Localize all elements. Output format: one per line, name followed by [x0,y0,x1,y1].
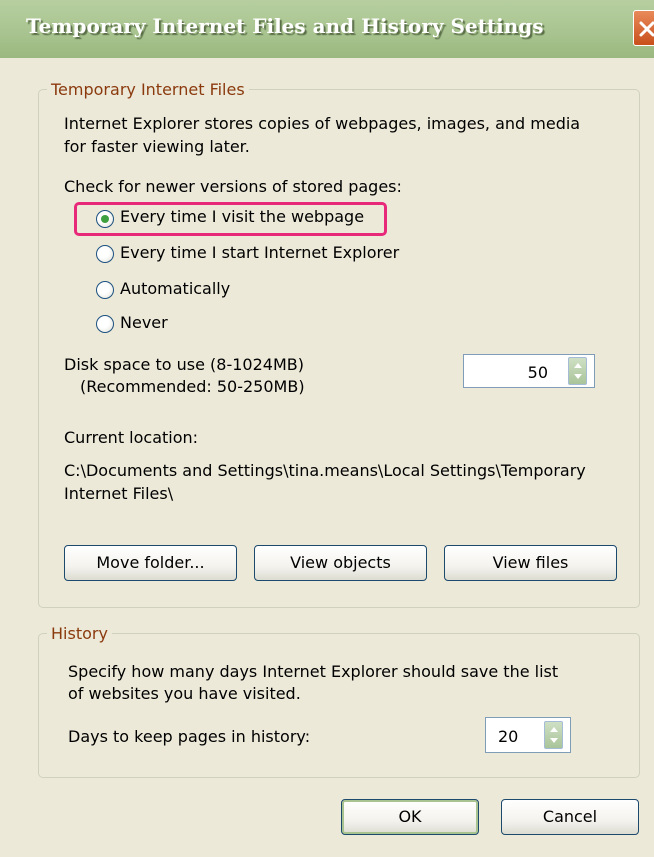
radio-button[interactable] [96,315,114,333]
radio-button[interactable] [96,245,114,263]
disk-space-input[interactable]: 50 [463,354,595,388]
window-title: Temporary Internet Files and History Set… [26,14,544,38]
spinner-arrows-icon [574,363,582,379]
cancel-button[interactable]: Cancel [501,799,639,835]
title-bar: Temporary Internet Files and History Set… [0,0,654,58]
move-folder-button[interactable]: Move folder... [64,545,237,581]
days-to-keep-value[interactable]: 20 [498,727,518,746]
radio-button-selected[interactable] [96,210,114,228]
days-to-keep-spinner[interactable] [544,721,563,749]
disk-space-label: Disk space to use (8-1024MB) [64,355,304,374]
days-to-keep-label: Days to keep pages in history: [68,727,311,746]
temp-files-description-line2: for faster viewing later. [64,137,250,156]
radio-label-every-visit[interactable]: Every time I visit the webpage [120,207,364,226]
history-description-line2: of websites you have visited. [68,684,301,703]
history-description-line1: Specify how many days Internet Explorer … [68,662,559,681]
current-location-path-line1: C:\Documents and Settings\tina.means\Loc… [64,461,586,480]
disk-space-recommended: (Recommended: 50-250MB) [80,377,305,396]
current-location-path-line2: Internet Files\ [64,484,174,503]
disk-space-value[interactable]: 50 [528,363,548,382]
history-legend: History [51,624,108,643]
close-button[interactable] [633,10,654,46]
temporary-internet-files-group: Temporary Internet Files [38,80,640,608]
temp-files-description-line1: Internet Explorer stores copies of webpa… [64,114,581,133]
temporary-internet-files-legend: Temporary Internet Files [51,80,245,99]
view-objects-button[interactable]: View objects [254,545,427,581]
radio-label-never[interactable]: Never [120,313,168,332]
radio-label-every-start[interactable]: Every time I start Internet Explorer [120,243,399,262]
radio-label-automatically[interactable]: Automatically [120,279,230,298]
current-location-label: Current location: [64,428,199,447]
spinner-arrows-icon [550,727,558,743]
check-newer-versions-label: Check for newer versions of stored pages… [64,177,402,196]
view-files-button[interactable]: View files [444,545,617,581]
close-icon [639,21,654,37]
radio-button[interactable] [96,281,114,299]
days-to-keep-input[interactable]: 20 [485,717,571,753]
disk-space-spinner[interactable] [568,357,587,385]
radio-selected-dot [101,215,109,223]
ok-button[interactable]: OK [341,799,479,835]
